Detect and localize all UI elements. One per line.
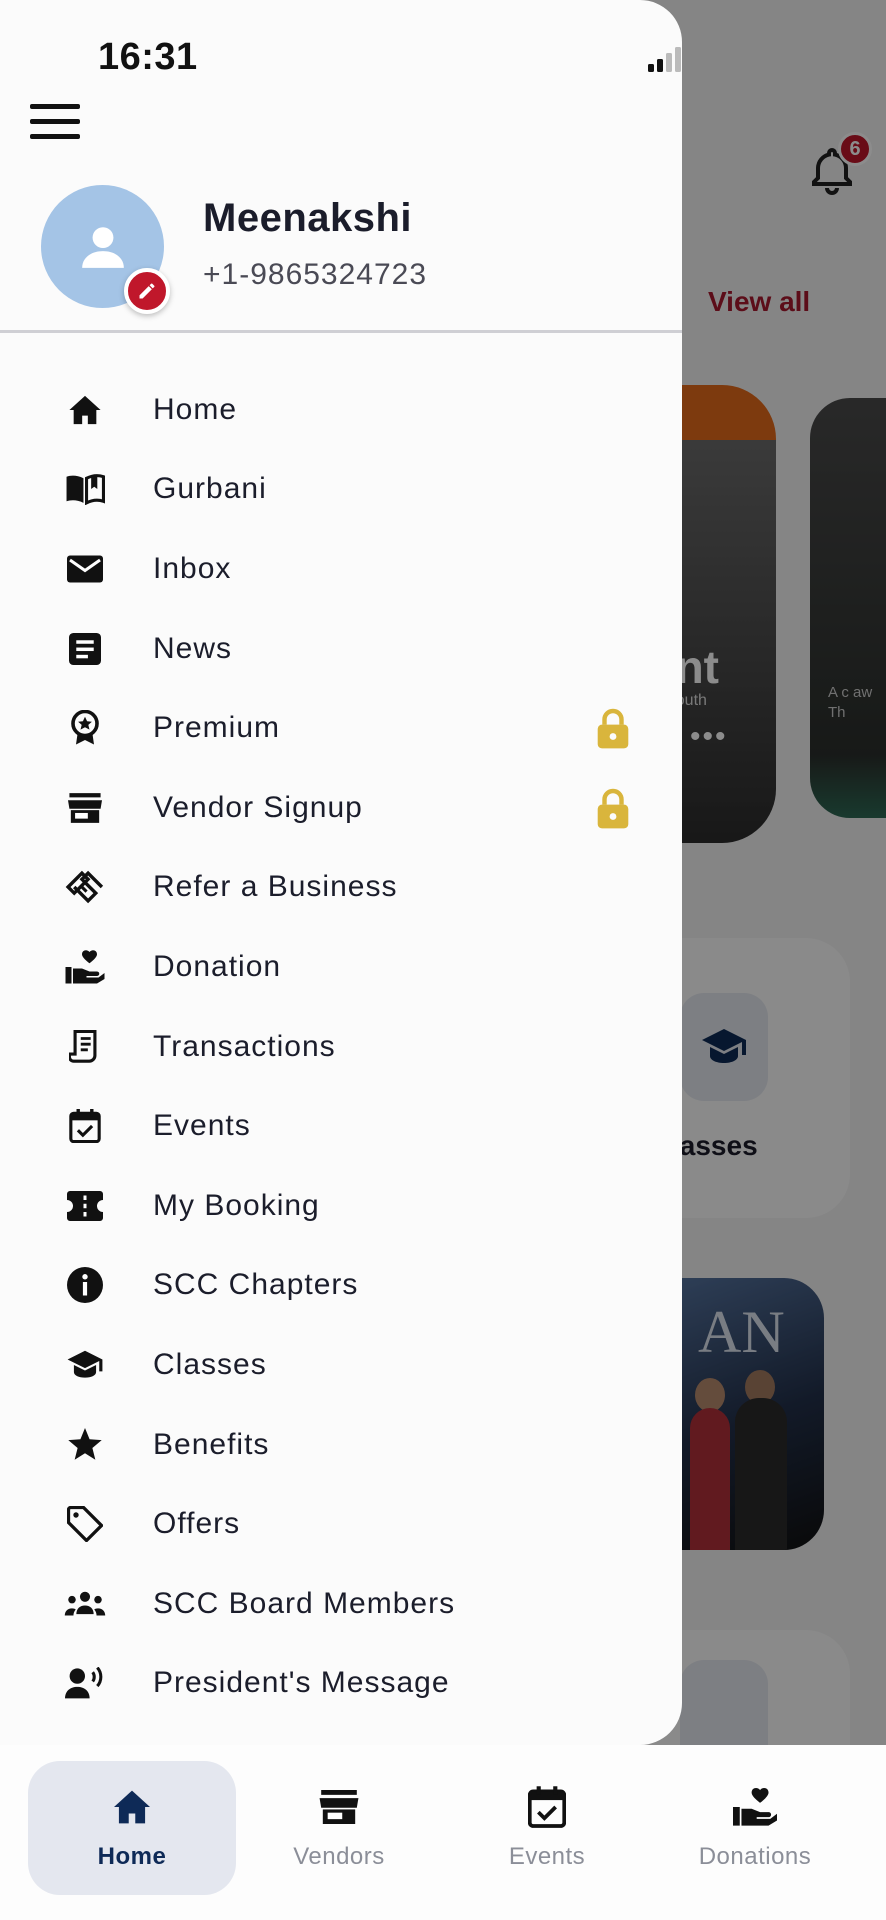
menu-item-home[interactable]: Home [0,370,682,450]
info-icon [64,1264,106,1306]
menu-item-label: Inbox [153,551,232,585]
tab-label: Donations [698,1843,812,1870]
bottom-tab-bar: Home Vendors Events Donations [0,1745,886,1920]
tab-events[interactable]: Events [443,1761,651,1895]
receipt-icon [64,1026,106,1068]
menu-item-label: SCC Chapters [153,1268,359,1302]
menu-item-label: Offers [153,1507,241,1541]
store-icon [64,787,106,829]
menu-item-my-booking[interactable]: My Booking [0,1166,682,1246]
tab-label: Vendors [293,1843,385,1870]
menu-item-label: Classes [153,1347,267,1381]
menu-item-scc-board-members[interactable]: SCC Board Members [0,1564,682,1644]
menu-item-transactions[interactable]: Transactions [0,1007,682,1087]
lock-icon [597,709,629,749]
tag-icon [64,1503,106,1545]
speaker-icon [64,1662,106,1704]
menu-item-label: Vendor Signup [153,790,363,824]
menu-item-offers[interactable]: Offers [0,1484,682,1564]
menu-item-classes[interactable]: Classes [0,1325,682,1405]
menu-toggle-icon[interactable] [30,104,80,140]
navigation-drawer: 16:31 Meenakshi +1-9865324723 Home Gurba… [0,0,682,1745]
star-icon [64,1424,106,1466]
menu-item-presidents-message[interactable]: President's Message [0,1644,682,1724]
donation-icon [733,1785,777,1829]
store-icon [317,1785,361,1829]
divider [0,330,682,333]
menu-item-label: President's Message [153,1666,450,1700]
article-icon [64,628,106,670]
cellular-signal-icon [648,47,681,72]
menu-item-label: Premium [153,711,281,745]
menu-item-refer-business[interactable]: Refer a Business [0,848,682,928]
lock-icon [597,788,629,829]
menu-item-benefits[interactable]: Benefits [0,1405,682,1485]
pencil-icon [139,283,155,299]
menu-item-donation[interactable]: Donation [0,927,682,1007]
home-icon [64,389,106,431]
menu-item-label: Events [153,1109,251,1143]
group-icon [64,1583,106,1625]
menu-item-label: SCC Board Members [153,1586,456,1620]
home-icon [110,1785,154,1829]
calendar-check-icon [525,1785,569,1829]
menu-item-label: News [153,631,233,665]
tab-home[interactable]: Home [28,1761,236,1895]
drawer-menu: Home Gurbani Inbox News Premium Vendor S… [0,370,682,1723]
menu-item-news[interactable]: News [0,609,682,689]
menu-item-scc-chapters[interactable]: SCC Chapters [0,1246,682,1326]
person-icon [81,226,124,268]
mail-icon [64,548,106,590]
menu-item-label: Gurbani [153,472,267,506]
book-icon [64,468,106,510]
donation-icon [64,946,106,988]
menu-item-premium[interactable]: Premium [0,688,682,768]
menu-item-label: Transactions [153,1029,336,1063]
tab-donations[interactable]: Donations [651,1761,859,1895]
tab-vendors[interactable]: Vendors [235,1761,443,1895]
award-icon [64,707,106,749]
menu-item-vendor-signup[interactable]: Vendor Signup [0,768,682,848]
status-icons [648,47,681,72]
menu-item-inbox[interactable]: Inbox [0,529,682,609]
ticket-icon [64,1185,106,1227]
status-time: 16:31 [98,36,198,78]
handshake-icon [64,866,106,908]
menu-item-label: My Booking [153,1188,320,1222]
menu-item-label: Benefits [153,1427,270,1461]
tab-label: Home [97,1843,167,1870]
edit-profile-button[interactable] [124,268,170,314]
menu-item-events[interactable]: Events [0,1086,682,1166]
tab-label: Events [508,1843,586,1870]
user-phone: +1-9865324723 [203,258,428,291]
user-name: Meenakshi [203,196,413,240]
calendar-check-icon [64,1105,106,1147]
menu-item-label: Home [153,392,238,426]
menu-item-label: Refer a Business [153,870,398,904]
menu-item-gurbani[interactable]: Gurbani [0,450,682,530]
graduation-cap-icon [64,1344,106,1386]
menu-item-label: Donation [153,949,282,983]
